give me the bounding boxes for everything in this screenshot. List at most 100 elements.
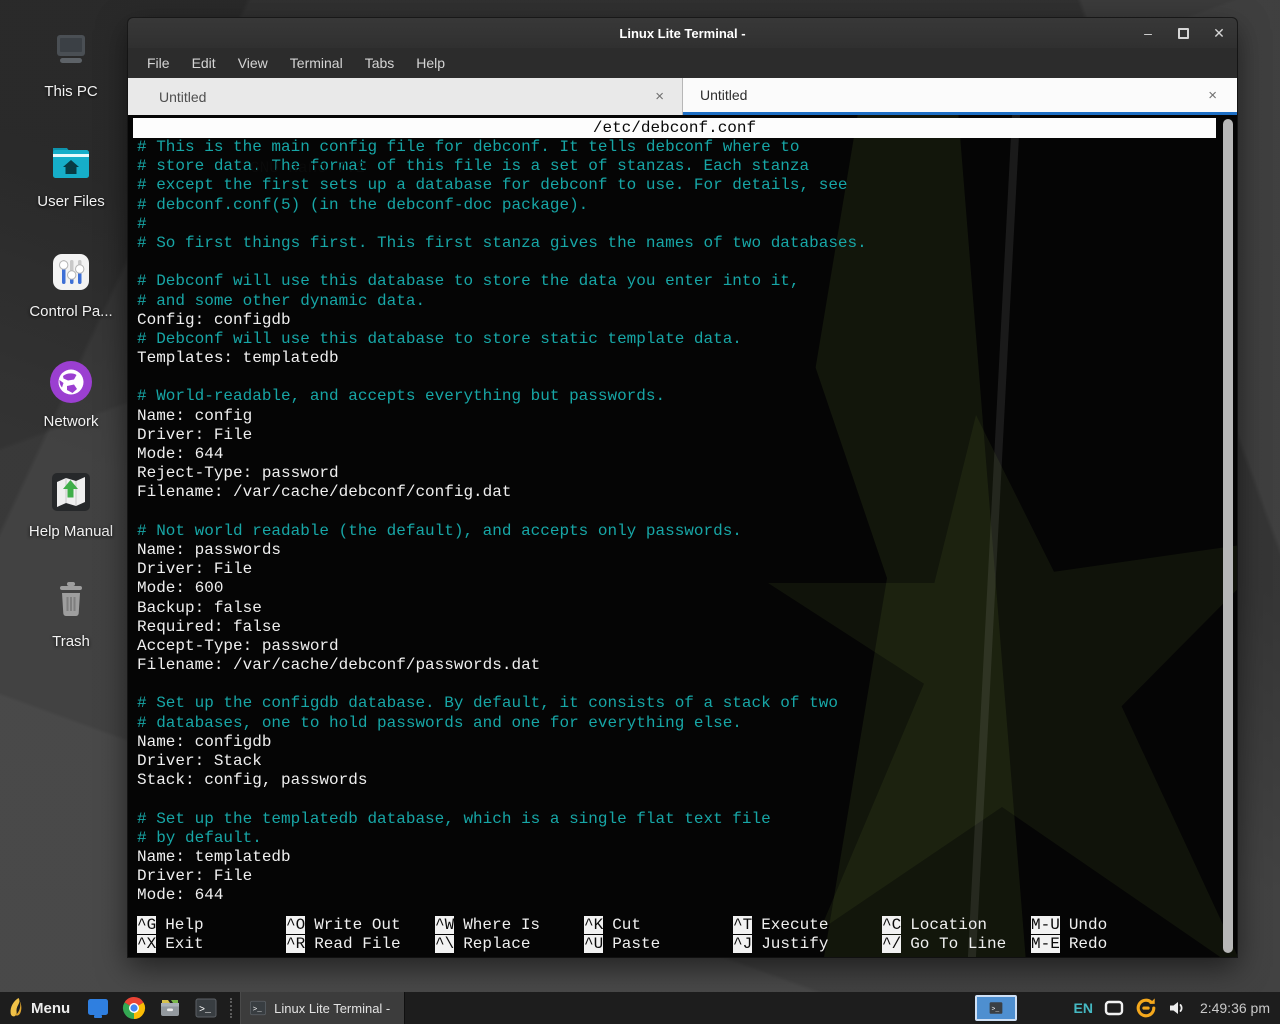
folder-home-icon [47,138,95,186]
nano-line: Name: config [137,407,1216,426]
svg-text:>_: >_ [992,1006,1000,1013]
network-globe-icon [47,358,95,406]
nano-line [137,253,1216,272]
menu-button[interactable]: Menu [0,992,80,1024]
nano-line: # This is the main config file for debco… [137,138,1216,157]
launcher-chrome[interactable] [121,995,147,1021]
terminal-screen[interactable]: /etc/debconf.conf GNU nano 7.2 # This is… [128,115,1237,957]
tab-close-icon[interactable]: × [1208,87,1217,104]
shortcut-label: Paste [612,935,660,953]
shortcut-label: Location [910,916,987,934]
shortcut-key: ^U [584,935,603,953]
nano-line: # Set up the configdb database. By defau… [137,694,1216,713]
nano-shortcut: M-ERedo [1031,935,1180,954]
nano-line: # Not world readable (the default), and … [137,522,1216,541]
launcher-file-manager[interactable] [157,995,183,1021]
nano-shortcut: ^TExecute [733,916,882,935]
menu-item[interactable]: Help [405,51,456,75]
desktop-icon-trash[interactable]: Trash [16,578,126,650]
task-button-label: Linux Lite Terminal - [274,1001,390,1016]
desktop-icon-user-files[interactable]: User Files [16,138,126,210]
nano-line: # Set up the templatedb database, which … [137,810,1216,829]
desktop-icon-label: Trash [16,633,126,650]
updates-available-icon[interactable] [1135,997,1157,1019]
shortcut-label: Justify [761,935,828,953]
nano-shortcut: ^RRead File [286,935,435,954]
nano-line: Templates: templatedb [137,349,1216,368]
nano-file-path: /etc/debconf.conf [133,118,1216,138]
shortcut-key: ^G [137,916,156,934]
menu-bar: FileEditViewTerminalTabsHelp [128,48,1237,78]
volume-icon[interactable] [1168,999,1186,1017]
desktop-icon-this-pc[interactable]: This PC [16,28,126,100]
nano-line: Name: passwords [137,541,1216,560]
nano-line: Filename: /var/cache/debconf/passwords.d… [137,656,1216,675]
desktop-icon-label: Help Manual [16,523,126,540]
nano-line: Driver: File [137,560,1216,579]
nano-line: # Debconf will use this database to stor… [137,272,1216,291]
nano-line: # and some other dynamic data. [137,292,1216,311]
nano-line: # by default. [137,829,1216,848]
nano-line: Driver: Stack [137,752,1216,771]
window-title: Linux Lite Terminal - [619,26,745,41]
workspace-pager[interactable]: >_ [975,995,1017,1021]
scrollbar-thumb[interactable] [1223,119,1233,953]
scrollbar[interactable] [1222,119,1234,953]
launcher-desktop[interactable] [85,995,111,1021]
terminal-icon: >_ [988,1001,1004,1015]
tab-untitled-2[interactable]: Untitled × [683,78,1237,115]
desktop-icon-help-manual[interactable]: Help Manual [16,468,126,540]
shortcut-key: M-U [1031,916,1060,934]
nano-line: # Debconf will use this database to stor… [137,330,1216,349]
menu-item[interactable]: Tabs [354,51,406,75]
close-button[interactable]: ✕ [1211,25,1227,41]
maximize-button[interactable] [1178,28,1189,39]
desktop-icon-control-panel[interactable]: Control Pa... [16,248,126,320]
task-button-terminal[interactable]: >_ Linux Lite Terminal - [240,992,405,1024]
nano-line: Stack: config, passwords [137,771,1216,790]
display-settings-icon[interactable] [1104,1000,1124,1016]
svg-text:>_: >_ [199,1005,212,1016]
nano-line [137,790,1216,809]
nano-editor: /etc/debconf.conf GNU nano 7.2 # This is… [133,118,1216,957]
nano-line: Name: templatedb [137,848,1216,867]
shortcut-key: ^X [137,935,156,953]
shortcut-key: ^J [733,935,752,953]
help-manual-icon [47,468,95,516]
window-titlebar[interactable]: Linux Lite Terminal - – ✕ [128,18,1237,48]
minimize-button[interactable]: – [1140,25,1156,41]
menu-item[interactable]: Terminal [279,51,354,75]
terminal-window: Linux Lite Terminal - – ✕ FileEditViewTe… [128,18,1237,957]
tab-label: Untitled [700,87,747,103]
shortcut-key: ^\ [435,935,454,953]
nano-shortcut: ^X Exit [137,935,286,954]
shortcut-key: ^/ [882,935,901,953]
tab-untitled-1[interactable]: Untitled × [128,78,683,115]
shortcut-label: Exit [165,935,203,953]
nano-line: # So first things first. This first stan… [137,234,1216,253]
shortcut-label: Go To Line [910,935,1006,953]
trash-icon [47,578,95,626]
menu-item[interactable]: Edit [181,51,227,75]
shortcut-label: Write Out [314,916,400,934]
nano-line: # except the first sets up a database fo… [137,176,1216,195]
nano-line: Mode: 600 [137,579,1216,598]
menu-item[interactable]: View [227,51,279,75]
launcher-terminal[interactable]: >_ [193,995,219,1021]
chrome-icon [122,996,146,1020]
terminal-icon: >_ [249,999,267,1017]
nano-shortcut-bar: ^GHelp^XExit^OWrite Out^RRead File^WWher… [137,916,1216,954]
desktop-root: { "desktop": { "icons": [ { "name": "thi… [0,0,1280,1024]
menu-item[interactable]: File [136,51,181,75]
nano-line: Filename: /var/cache/debconf/config.dat [137,483,1216,502]
nano-version: GNU nano 7.2 [210,159,365,177]
desktop-display-icon [86,996,110,1020]
system-tray: EN 2:49:36 pm [1073,997,1280,1019]
tab-close-icon[interactable]: × [655,88,664,105]
nano-line: Config: configdb [137,311,1216,330]
shortcut-label: Help [165,916,203,934]
nano-line [137,675,1216,694]
clock[interactable]: 2:49:36 pm [1200,1000,1270,1016]
desktop-icon-network[interactable]: Network [16,358,126,430]
keyboard-layout-indicator[interactable]: EN [1073,1000,1092,1016]
